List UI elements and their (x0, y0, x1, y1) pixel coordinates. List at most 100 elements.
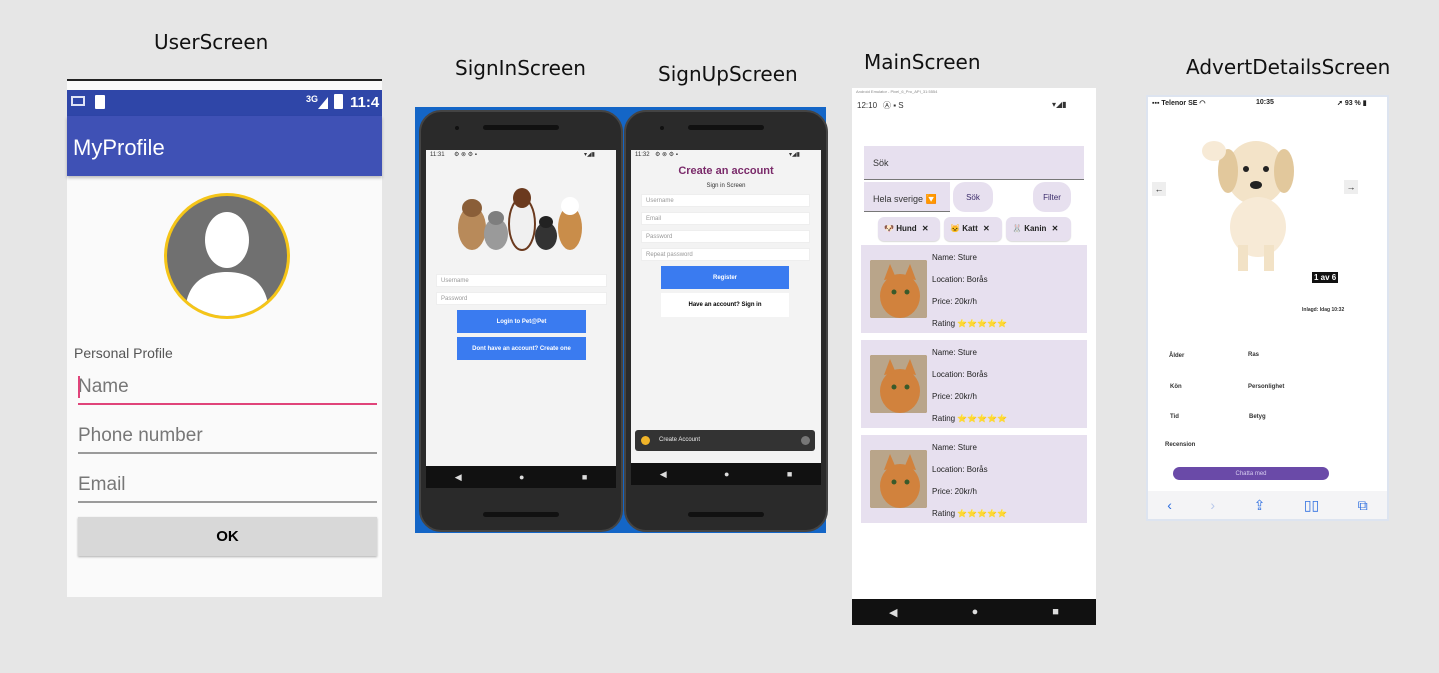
filter-button[interactable]: Filter (1033, 182, 1071, 212)
signal-icon (318, 97, 328, 109)
password-input[interactable]: Password (436, 292, 607, 305)
listing-name: Name: Sture (932, 348, 977, 357)
username-input[interactable]: Username (436, 274, 607, 287)
wifi-battery-icon: ▾◢▮ (789, 152, 800, 158)
have-account-button[interactable]: Have an account? Sign in (661, 293, 789, 317)
status-icons: ⚙ ⊗ ⚙ ▪ (655, 152, 678, 158)
cat-photo (870, 450, 927, 508)
listing-location: Location: Borås (932, 370, 988, 379)
tabs-icon[interactable]: ⧉ (1358, 497, 1368, 514)
chip-hund[interactable]: 🐶 Hund ✕ (878, 217, 940, 241)
recents-icon[interactable]: ■ (582, 472, 587, 482)
phone-placeholder: Phone number (78, 425, 203, 446)
back-icon[interactable]: ◀ (889, 606, 897, 619)
network-type: 3G (306, 94, 319, 104)
search-button[interactable]: Sök (953, 182, 993, 212)
listing-name: Name: Sture (932, 253, 977, 262)
close-icon[interactable] (801, 436, 810, 445)
name-field[interactable]: Name (78, 373, 377, 405)
label-personlighet: Personlighet (1248, 384, 1285, 390)
chip-label: Hund (896, 224, 917, 233)
posted-date: Inlagd: Idag 10:32 (1302, 307, 1345, 313)
status-time: 10:35 (1256, 99, 1274, 106)
carrier: ▪▪▪ Telenor SE ◠ (1152, 100, 1206, 107)
password-input[interactable]: Password (641, 230, 810, 243)
cat-photo (870, 355, 927, 413)
back-icon[interactable]: ◀ (660, 469, 667, 480)
listing-photo (870, 355, 927, 413)
nav-bar: ◀ ● ■ (852, 599, 1096, 625)
avatar[interactable] (164, 193, 290, 319)
prev-arrow[interactable]: ← (1152, 182, 1166, 196)
listing-name: Name: Sture (932, 443, 977, 452)
keyboard-icon (71, 96, 85, 106)
chip-label: Katt (962, 224, 978, 233)
register-button[interactable]: Register (661, 266, 789, 289)
home-icon[interactable]: ● (519, 472, 524, 482)
label-ras: Ras (1248, 352, 1260, 358)
status-icons: Ⓐ ▪ S (883, 101, 904, 110)
cat-icon: 🐱 (950, 224, 960, 233)
wifi-battery-icon: ▾◢▮ (1052, 100, 1067, 109)
puppy-photo (1202, 141, 1294, 271)
share-icon[interactable]: ⇪ (1254, 497, 1266, 514)
back-icon[interactable]: ‹ (1167, 497, 1172, 513)
listing-price: Price: 20kr/h (932, 487, 977, 496)
toast: Create Account (635, 430, 815, 451)
screen-label-signup: SignUpScreen (658, 62, 798, 86)
battery-icon (334, 94, 343, 109)
contact-button[interactable]: Chatta med (1173, 467, 1329, 480)
carrier-name: Telenor SE (1161, 100, 1198, 107)
phone-field[interactable]: Phone number (78, 422, 377, 454)
repeat-password-input[interactable]: Repeat password (641, 248, 810, 261)
chip-label: Kanin (1024, 224, 1047, 233)
next-arrow[interactable]: → (1344, 180, 1358, 194)
toast-text: Create Account (659, 437, 701, 443)
status-time: 11:4 (350, 94, 380, 111)
ok-button[interactable]: OK (78, 517, 377, 556)
recents-icon[interactable]: ■ (1052, 606, 1059, 618)
speaker (483, 125, 559, 130)
back-icon[interactable]: ◀ (455, 472, 462, 483)
login-button[interactable]: Login to Pet@Pet (457, 310, 586, 333)
search-input[interactable]: Sök (864, 146, 1084, 180)
wifi-battery-icon: ▾◢▮ (584, 152, 595, 158)
battery: ➚ 93 % ▮ (1337, 100, 1367, 107)
section-label: Personal Profile (74, 345, 173, 361)
email-input[interactable]: Email (641, 212, 810, 225)
camera (660, 126, 664, 130)
close-icon[interactable]: ✕ (922, 224, 929, 233)
home-icon[interactable]: ● (724, 469, 729, 479)
listing-price: Price: 20kr/h (932, 392, 977, 401)
battery-level: 93 % (1344, 100, 1361, 107)
signup-title: Create an account (678, 165, 774, 177)
listing-rating: Rating ⭐⭐⭐⭐⭐ (932, 509, 1008, 518)
recents-icon[interactable]: ■ (787, 469, 792, 479)
label-tid: Tid (1170, 414, 1179, 420)
email-field[interactable]: Email (78, 471, 377, 503)
listing-price: Price: 20kr/h (932, 297, 977, 306)
listing-card[interactable]: Name: Sture Location: Borås Price: 20kr/… (861, 435, 1087, 523)
app-bar: MyProfile (67, 116, 382, 176)
email-placeholder: Email (78, 474, 126, 495)
cat-photo (870, 260, 927, 318)
screen-label-advert: AdvertDetailsScreen (1186, 55, 1391, 79)
rabbit-icon: 🐰 (1012, 224, 1022, 233)
create-account-button[interactable]: Dont have an account? Create one (457, 337, 586, 360)
text-cursor (78, 376, 80, 398)
chip-katt[interactable]: 🐱 Katt ✕ (944, 217, 1002, 241)
safari-toolbar: ‹ › ⇪ ▯▯ ⧉ (1148, 491, 1387, 519)
nav-bar: ◀ ● ■ (631, 463, 821, 485)
listing-card[interactable]: Name: Sture Location: Borås Price: 20kr/… (861, 340, 1087, 428)
close-icon[interactable]: ✕ (1052, 224, 1059, 233)
region-select[interactable]: Hela sverige 🔽 (864, 182, 950, 212)
search-placeholder: Sök (873, 158, 889, 168)
region-value: Hela sverige 🔽 (873, 194, 937, 204)
home-icon[interactable]: ● (972, 606, 979, 618)
username-input[interactable]: Username (641, 194, 810, 207)
chip-kanin[interactable]: 🐰 Kanin ✕ (1006, 217, 1071, 241)
listing-card[interactable]: Name: Sture Location: Borås Price: 20kr/… (861, 245, 1087, 333)
forward-icon[interactable]: › (1210, 497, 1215, 513)
bookmarks-icon[interactable]: ▯▯ (1304, 497, 1319, 514)
close-icon[interactable]: ✕ (983, 224, 990, 233)
